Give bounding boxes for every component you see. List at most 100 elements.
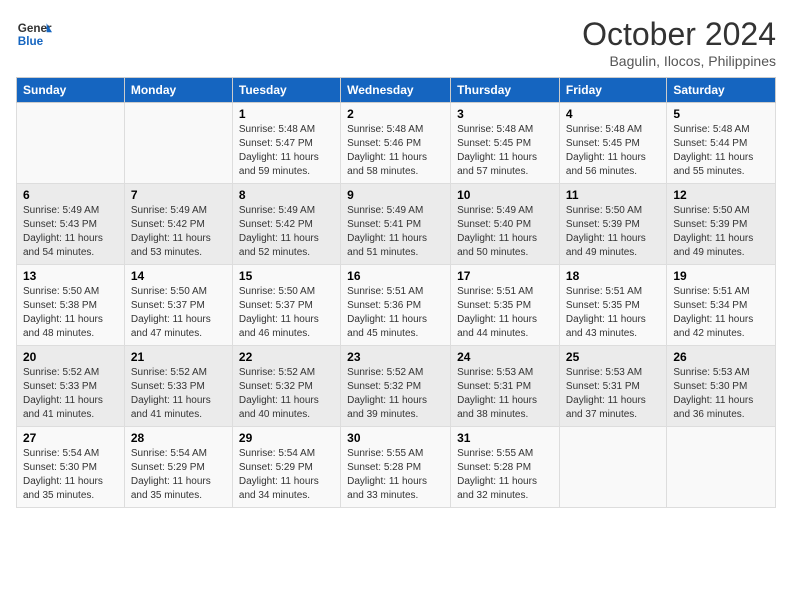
day-number: 30: [347, 431, 444, 445]
month-year-title: October 2024: [582, 16, 776, 53]
title-block: October 2024 Bagulin, Ilocos, Philippine…: [582, 16, 776, 69]
day-number: 19: [673, 269, 769, 283]
day-info: Sunrise: 5:48 AMSunset: 5:44 PMDaylight:…: [673, 123, 769, 179]
calendar-cell: 6Sunrise: 5:49 AMSunset: 5:43 PMDaylight…: [17, 184, 125, 265]
day-info: Sunrise: 5:55 AMSunset: 5:28 PMDaylight:…: [347, 447, 444, 503]
day-info: Sunrise: 5:49 AMSunset: 5:42 PMDaylight:…: [239, 204, 334, 260]
calendar-cell: 4 Sunrise: 5:48 AMSunset: 5:45 PMDaylight…: [559, 103, 666, 184]
day-number: 9: [347, 188, 444, 202]
col-header-thursday: Thursday: [451, 78, 560, 103]
calendar-cell: [559, 427, 666, 508]
calendar-cell: 30 Sunrise: 5:55 AMSunset: 5:28 PMDayligh…: [341, 427, 451, 508]
day-info: Sunrise: 5:54 AMSunset: 5:29 PMDaylight:…: [239, 447, 334, 503]
day-info: Sunrise: 5:49 AMSunset: 5:40 PMDaylight:…: [457, 204, 553, 260]
day-info: Sunrise: 5:50 AMSunset: 5:39 PMDaylight:…: [673, 204, 769, 260]
day-info: Sunrise: 5:55 AMSunset: 5:28 PMDaylight:…: [457, 447, 553, 503]
day-info: Sunrise: 5:52 AMSunset: 5:33 PMDaylight:…: [131, 366, 226, 422]
day-number: 21: [131, 350, 226, 364]
calendar-cell: 15 Sunrise: 5:50 AMSunset: 5:37 PMDayligh…: [232, 265, 340, 346]
calendar-cell: 20Sunrise: 5:52 AMSunset: 5:33 PMDayligh…: [17, 346, 125, 427]
day-number: 4: [566, 107, 660, 121]
day-number: 3: [457, 107, 553, 121]
calendar-cell: 3 Sunrise: 5:48 AMSunset: 5:45 PMDaylight…: [451, 103, 560, 184]
day-number: 27: [23, 431, 118, 445]
calendar-week-row: 13Sunrise: 5:50 AMSunset: 5:38 PMDayligh…: [17, 265, 776, 346]
day-info: Sunrise: 5:54 AMSunset: 5:29 PMDaylight:…: [131, 447, 226, 503]
location-subtitle: Bagulin, Ilocos, Philippines: [582, 53, 776, 69]
day-number: 12: [673, 188, 769, 202]
day-info: Sunrise: 5:48 AMSunset: 5:45 PMDaylight:…: [457, 123, 553, 179]
day-info: Sunrise: 5:53 AMSunset: 5:30 PMDaylight:…: [673, 366, 769, 422]
calendar-cell: 7 Sunrise: 5:49 AMSunset: 5:42 PMDaylight…: [124, 184, 232, 265]
day-info: Sunrise: 5:50 AMSunset: 5:37 PMDaylight:…: [131, 285, 226, 341]
calendar-cell: 27 Sunrise: 5:54 AMSunset: 5:30 PMDayligh…: [17, 427, 125, 508]
calendar-cell: [667, 427, 776, 508]
calendar-cell: 23Sunrise: 5:52 AMSunset: 5:32 PMDayligh…: [341, 346, 451, 427]
calendar-cell: 29Sunrise: 5:54 AMSunset: 5:29 PMDayligh…: [232, 427, 340, 508]
col-header-saturday: Saturday: [667, 78, 776, 103]
calendar-cell: 13Sunrise: 5:50 AMSunset: 5:38 PMDayligh…: [17, 265, 125, 346]
page-header: General Blue October 2024 Bagulin, Iloco…: [16, 16, 776, 69]
calendar-table: SundayMondayTuesdayWednesdayThursdayFrid…: [16, 77, 776, 508]
calendar-cell: [124, 103, 232, 184]
day-info: Sunrise: 5:51 AMSunset: 5:35 PMDaylight:…: [457, 285, 553, 341]
day-info: Sunrise: 5:49 AMSunset: 5:41 PMDaylight:…: [347, 204, 444, 260]
day-info: Sunrise: 5:54 AMSunset: 5:30 PMDaylight:…: [23, 447, 118, 503]
day-info: Sunrise: 5:49 AMSunset: 5:43 PMDaylight:…: [23, 204, 118, 260]
calendar-cell: 28 Sunrise: 5:54 AMSunset: 5:29 PMDayligh…: [124, 427, 232, 508]
day-number: 31: [457, 431, 553, 445]
calendar-week-row: 1Sunrise: 5:48 AMSunset: 5:47 PMDaylight…: [17, 103, 776, 184]
calendar-week-row: 6Sunrise: 5:49 AMSunset: 5:43 PMDaylight…: [17, 184, 776, 265]
day-info: Sunrise: 5:52 AMSunset: 5:32 PMDaylight:…: [239, 366, 334, 422]
day-info: Sunrise: 5:49 AMSunset: 5:42 PMDaylight:…: [131, 204, 226, 260]
calendar-cell: 21 Sunrise: 5:52 AMSunset: 5:33 PMDayligh…: [124, 346, 232, 427]
day-number: 14: [131, 269, 226, 283]
logo: General Blue: [16, 16, 52, 52]
day-number: 8: [239, 188, 334, 202]
calendar-cell: 1Sunrise: 5:48 AMSunset: 5:47 PMDaylight…: [232, 103, 340, 184]
day-number: 10: [457, 188, 553, 202]
calendar-cell: 11Sunrise: 5:50 AMSunset: 5:39 PMDayligh…: [559, 184, 666, 265]
calendar-cell: 24 Sunrise: 5:53 AMSunset: 5:31 PMDayligh…: [451, 346, 560, 427]
day-info: Sunrise: 5:52 AMSunset: 5:33 PMDaylight:…: [23, 366, 118, 422]
day-info: Sunrise: 5:50 AMSunset: 5:38 PMDaylight:…: [23, 285, 118, 341]
day-number: 15: [239, 269, 334, 283]
day-number: 16: [347, 269, 444, 283]
calendar-cell: 22 Sunrise: 5:52 AMSunset: 5:32 PMDayligh…: [232, 346, 340, 427]
day-number: 22: [239, 350, 334, 364]
day-info: Sunrise: 5:50 AMSunset: 5:37 PMDaylight:…: [239, 285, 334, 341]
calendar-header-row: SundayMondayTuesdayWednesdayThursdayFrid…: [17, 78, 776, 103]
calendar-cell: 17 Sunrise: 5:51 AMSunset: 5:35 PMDayligh…: [451, 265, 560, 346]
calendar-cell: 18Sunrise: 5:51 AMSunset: 5:35 PMDayligh…: [559, 265, 666, 346]
day-info: Sunrise: 5:53 AMSunset: 5:31 PMDaylight:…: [566, 366, 660, 422]
day-info: Sunrise: 5:50 AMSunset: 5:39 PMDaylight:…: [566, 204, 660, 260]
calendar-cell: 14 Sunrise: 5:50 AMSunset: 5:37 PMDayligh…: [124, 265, 232, 346]
day-number: 1: [239, 107, 334, 121]
logo-icon: General Blue: [16, 16, 52, 52]
calendar-cell: 26 Sunrise: 5:53 AMSunset: 5:30 PMDayligh…: [667, 346, 776, 427]
day-number: 23: [347, 350, 444, 364]
calendar-cell: 25Sunrise: 5:53 AMSunset: 5:31 PMDayligh…: [559, 346, 666, 427]
day-info: Sunrise: 5:53 AMSunset: 5:31 PMDaylight:…: [457, 366, 553, 422]
day-info: Sunrise: 5:48 AMSunset: 5:45 PMDaylight:…: [566, 123, 660, 179]
calendar-cell: 2 Sunrise: 5:48 AMSunset: 5:46 PMDaylight…: [341, 103, 451, 184]
calendar-cell: 5 Sunrise: 5:48 AMSunset: 5:44 PMDaylight…: [667, 103, 776, 184]
col-header-wednesday: Wednesday: [341, 78, 451, 103]
calendar-cell: 19Sunrise: 5:51 AMSunset: 5:34 PMDayligh…: [667, 265, 776, 346]
day-number: 17: [457, 269, 553, 283]
col-header-sunday: Sunday: [17, 78, 125, 103]
day-info: Sunrise: 5:48 AMSunset: 5:46 PMDaylight:…: [347, 123, 444, 179]
calendar-cell: 8 Sunrise: 5:49 AMSunset: 5:42 PMDaylight…: [232, 184, 340, 265]
col-header-monday: Monday: [124, 78, 232, 103]
day-number: 18: [566, 269, 660, 283]
calendar-cell: 12 Sunrise: 5:50 AMSunset: 5:39 PMDayligh…: [667, 184, 776, 265]
day-number: 7: [131, 188, 226, 202]
day-number: 2: [347, 107, 444, 121]
calendar-week-row: 20Sunrise: 5:52 AMSunset: 5:33 PMDayligh…: [17, 346, 776, 427]
day-number: 26: [673, 350, 769, 364]
day-number: 24: [457, 350, 553, 364]
day-number: 28: [131, 431, 226, 445]
calendar-cell: [17, 103, 125, 184]
calendar-week-row: 27 Sunrise: 5:54 AMSunset: 5:30 PMDayligh…: [17, 427, 776, 508]
day-number: 5: [673, 107, 769, 121]
